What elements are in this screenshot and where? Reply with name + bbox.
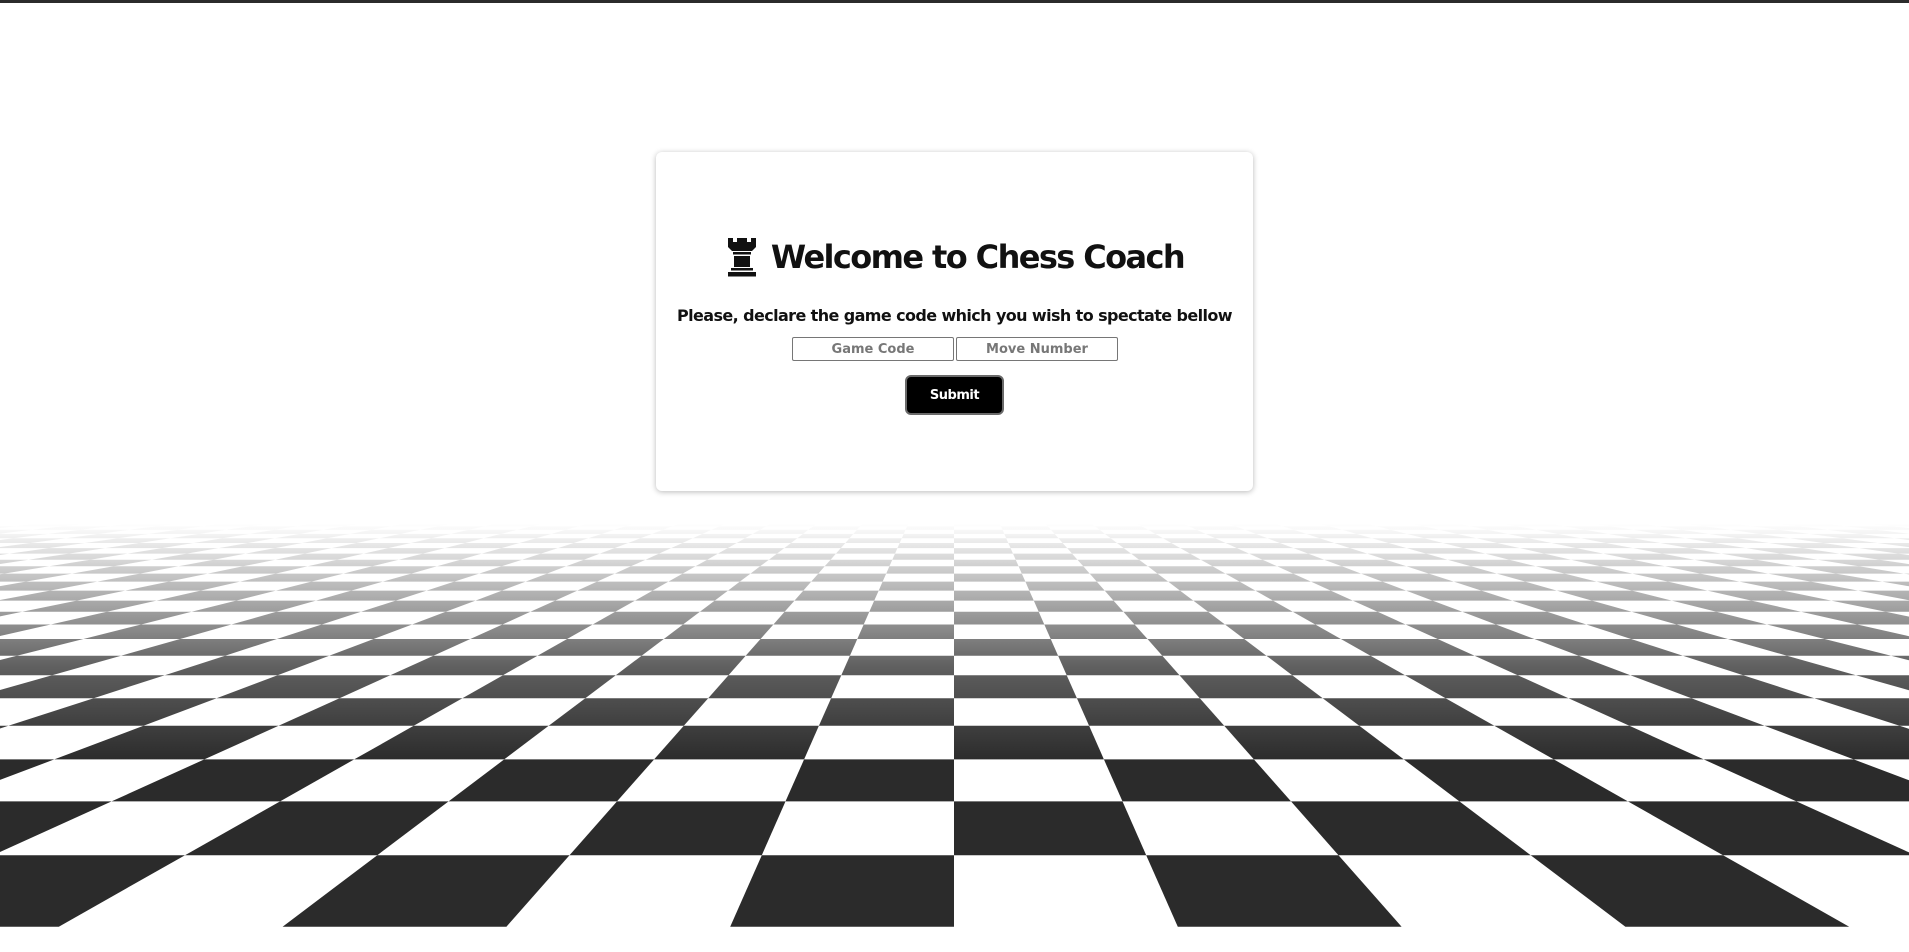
- rook-icon: [727, 238, 756, 277]
- instruction-text: Please, declare the game code which you …: [677, 306, 1233, 325]
- move-number-input[interactable]: [956, 337, 1118, 361]
- page-title: Welcome to Chess Coach: [770, 238, 1186, 276]
- welcome-card: Welcome to Chess Coach Please, declare t…: [656, 152, 1253, 491]
- page: Welcome to Chess Coach Please, declare t…: [0, 0, 1909, 952]
- submit-button[interactable]: Submit: [905, 375, 1004, 415]
- game-code-input[interactable]: [792, 337, 954, 361]
- top-border: [0, 0, 1909, 3]
- title-row: Welcome to Chess Coach: [656, 232, 1253, 282]
- input-row: [792, 337, 1118, 361]
